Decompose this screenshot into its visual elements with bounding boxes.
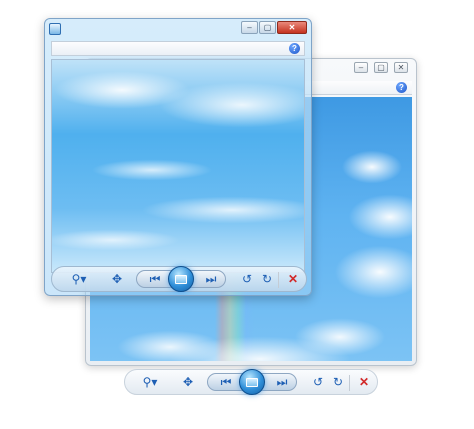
front-slideshow-icon (175, 274, 187, 284)
front-maximize-button[interactable]: ▢ (259, 21, 276, 34)
previous-button[interactable]: ⏮ (217, 373, 235, 391)
front-slideshow-button[interactable] (168, 266, 194, 292)
app-icon (49, 23, 61, 35)
next-button[interactable]: ⏭ (273, 373, 291, 391)
front-help-icon[interactable]: ? (289, 43, 300, 54)
front-rotate-ccw-button[interactable]: ↺ (238, 270, 256, 288)
back-maximize-button[interactable]: ▢ (374, 62, 388, 73)
back-minimize-button[interactable]: – (354, 62, 368, 73)
front-zoom-button[interactable]: ⚲▾ (66, 270, 92, 288)
front-rotate-cw-button[interactable]: ↻ (258, 270, 276, 288)
actual-size-button[interactable]: ✥ (179, 373, 197, 391)
front-next-button[interactable]: ⏭ (202, 270, 220, 288)
front-window-controls: – ▢ ✕ (241, 21, 307, 34)
slideshow-button[interactable] (239, 369, 265, 395)
front-minimize-button[interactable]: – (241, 21, 258, 34)
rotate-cw-button[interactable]: ↻ (329, 373, 347, 391)
zoom-button[interactable]: ⚲▾ (137, 373, 163, 391)
back-window-controls: – ▢ ✕ (354, 62, 408, 73)
front-delete-button[interactable]: ✕ (284, 270, 302, 288)
front-toolbar-separator (278, 272, 279, 288)
back-close-button[interactable]: ✕ (394, 62, 408, 73)
slideshow-icon (246, 377, 258, 387)
front-close-button[interactable]: ✕ (277, 21, 307, 34)
front-viewer-toolbar: ⚲▾ ✥ ⏮ ⏭ ↺ ↻ ✕ (51, 266, 307, 292)
delete-button[interactable]: ✕ (355, 373, 373, 391)
front-actual-size-button[interactable]: ✥ (108, 270, 126, 288)
front-menubar: ? (51, 41, 305, 56)
toolbar-separator (349, 375, 350, 391)
bottom-viewer-toolbar: ⚲▾ ✥ ⏮ ⏭ ↺ ↻ ✕ (124, 369, 378, 395)
rotate-ccw-button[interactable]: ↺ (309, 373, 327, 391)
back-help-icon[interactable]: ? (396, 82, 407, 93)
desktop-stage: – ▢ ✕ ? ⚲▾ ✥ ⏮ ⏭ ↺ ↻ ✕ – ▢ ✕ ? ⚲▾ ✥ ⏮ ⏭ … (0, 0, 474, 429)
front-photo-sky (51, 59, 305, 273)
front-photo-viewer-window: – ▢ ✕ ? ⚲▾ ✥ ⏮ ⏭ ↺ ↻ ✕ (44, 18, 312, 296)
front-previous-button[interactable]: ⏮ (146, 270, 164, 288)
